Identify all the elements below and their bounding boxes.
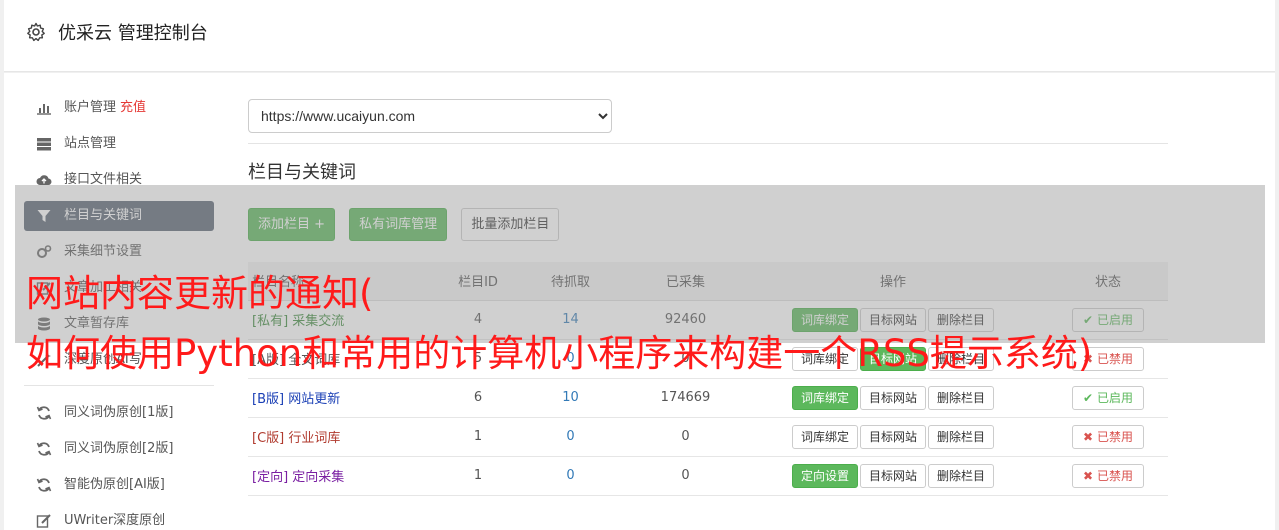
column-name-cell: [B版] 网站更新 <box>248 378 448 418</box>
collected-count: 0 <box>633 417 738 457</box>
status-label: 已禁用 <box>1096 429 1133 444</box>
status-label: 已启用 <box>1096 390 1133 405</box>
status-toggle[interactable]: ✖ 已禁用 <box>1072 424 1144 449</box>
refresh-icon <box>36 442 52 456</box>
sidebar-item-synonym-2[interactable]: 同义词伪原创[2版] <box>24 434 214 464</box>
recharge-link[interactable]: 充值 <box>120 100 146 115</box>
pencil-icon <box>36 514 51 528</box>
target-site-button[interactable]: 目标网站 <box>859 463 926 488</box>
column-name-link[interactable]: 行业词库 <box>288 431 340 446</box>
table-row: [B版] 网站更新 6 10 174669 词库绑定 目标网站 删除栏目 ✔ 已启用 <box>248 378 1168 418</box>
column-name-cell: [C版] 行业词库 <box>248 417 448 457</box>
delete-column-button[interactable]: 删除栏目 <box>928 385 995 410</box>
sidebar-item-uwriter[interactable]: UWriter深度原创 <box>24 506 214 530</box>
sidebar-item-label: 智能伪原创[AI版] <box>64 477 165 492</box>
sidebar-item-sites[interactable]: 站点管理 <box>24 129 214 159</box>
table-row: [C版] 行业词库 1 0 0 词库绑定 目标网站 删除栏目 ✖ 已禁用 <box>248 417 1168 457</box>
status-label: 已禁用 <box>1096 351 1133 366</box>
sidebar-item-label: UWriter深度原创 <box>64 513 166 528</box>
column-tag: [定向] <box>252 470 289 485</box>
directed-settings-button[interactable]: 定向设置 <box>791 463 858 488</box>
bind-lexicon-button[interactable]: 词库绑定 <box>791 424 858 449</box>
column-id: 1 <box>448 417 508 457</box>
table-row: [定向] 定向采集 1 0 0 定向设置 目标网站 删除栏目 ✖ 已禁用 <box>248 456 1168 496</box>
column-tag: [C版] <box>252 431 285 446</box>
operations-cell: 词库绑定 目标网站 删除栏目 <box>738 417 1048 457</box>
headline-line-2: 如何使用Python和常用的计算机小程序来构建一个RSS提示系统) <box>26 332 1093 375</box>
collected-count: 0 <box>633 456 738 496</box>
sidebar-item-label: 站点管理 <box>64 136 117 151</box>
sidebar-item-label: 账户管理 <box>64 100 117 115</box>
operations-cell: 定向设置 目标网站 删除栏目 <box>738 456 1048 496</box>
column-name-link[interactable]: 网站更新 <box>288 392 340 407</box>
column-tag: [B版] <box>252 392 285 407</box>
server-icon <box>37 138 51 151</box>
app-header: 优采云 管理控制台 <box>4 0 1275 72</box>
pending-count[interactable]: 0 <box>508 417 633 457</box>
status-label: 已禁用 <box>1096 468 1133 483</box>
column-name-link[interactable]: 定向采集 <box>292 470 344 485</box>
refresh-icon <box>36 478 52 492</box>
status-toggle[interactable]: ✔ 已启用 <box>1072 385 1144 410</box>
sidebar-item-synonym-1[interactable]: 同义词伪原创[1版] <box>24 398 214 428</box>
status-toggle[interactable]: ✖ 已禁用 <box>1072 463 1144 488</box>
target-site-button[interactable]: 目标网站 <box>859 424 926 449</box>
sidebar-divider <box>24 385 214 386</box>
column-id: 1 <box>448 456 508 496</box>
sidebar-item-ai-rewrite[interactable]: 智能伪原创[AI版] <box>24 470 214 500</box>
bind-lexicon-button[interactable]: 词库绑定 <box>791 385 858 410</box>
pending-count[interactable]: 0 <box>508 456 633 496</box>
operations-cell: 词库绑定 目标网站 删除栏目 <box>738 378 1048 418</box>
sidebar-item-label: 同义词伪原创[2版] <box>64 441 174 456</box>
bar-chart-icon <box>37 104 51 115</box>
delete-column-button[interactable]: 删除栏目 <box>928 424 995 449</box>
site-select[interactable]: https://www.ucaiyun.com <box>248 99 612 133</box>
status-cell: ✖ 已禁用 <box>1048 456 1168 496</box>
status-cell: ✔ 已启用 <box>1048 378 1168 418</box>
section-title: 栏目与关键词 <box>248 162 356 183</box>
headline-overlay <box>15 185 1265 343</box>
delete-column-button[interactable]: 删除栏目 <box>928 463 995 488</box>
refresh-icon <box>36 406 52 420</box>
column-name-cell: [定向] 定向采集 <box>248 456 448 496</box>
target-site-button[interactable]: 目标网站 <box>859 385 926 410</box>
cross-icon: ✖ <box>1083 468 1094 483</box>
sidebar-item-account[interactable]: 账户管理 充值 <box>24 93 214 123</box>
check-icon: ✔ <box>1083 390 1094 405</box>
main-divider <box>248 143 1168 144</box>
gear-icon <box>27 22 45 42</box>
column-id: 6 <box>448 378 508 418</box>
status-cell: ✖ 已禁用 <box>1048 417 1168 457</box>
headline-line-1: 网站内容更新的通知( <box>26 272 374 315</box>
pending-count[interactable]: 10 <box>508 378 633 418</box>
cross-icon: ✖ <box>1083 429 1094 444</box>
app-title: 优采云 管理控制台 <box>58 23 208 44</box>
sidebar-item-label: 同义词伪原创[1版] <box>64 405 174 420</box>
collected-count: 174669 <box>633 378 738 418</box>
